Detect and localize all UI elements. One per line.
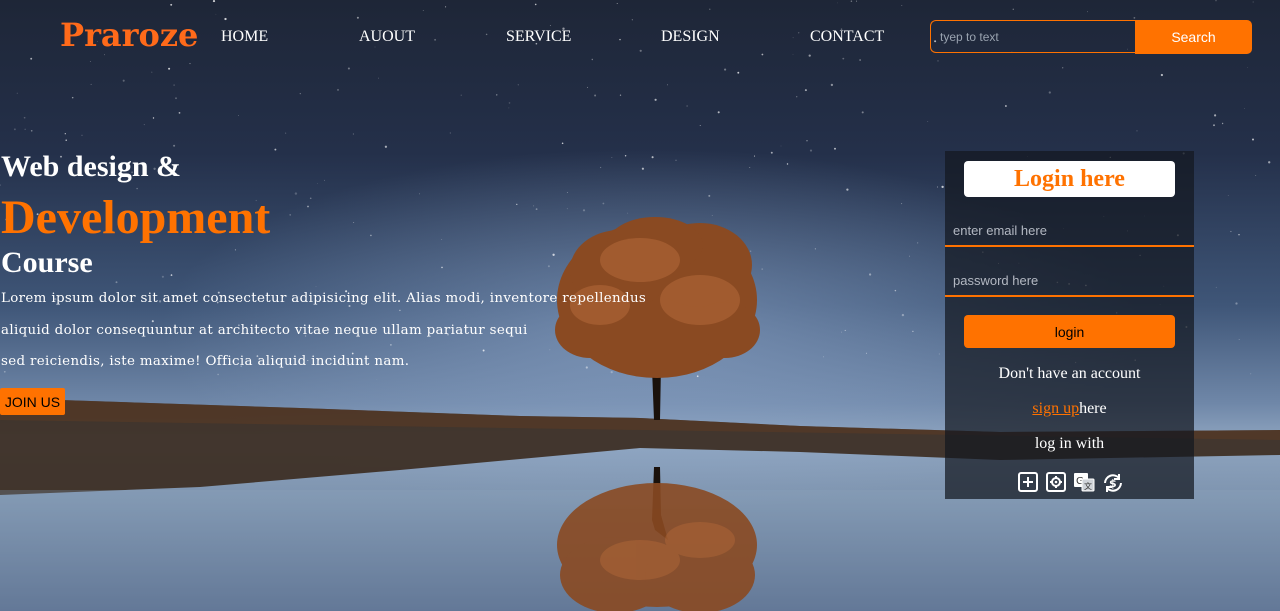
no-account-text: Don't have an account: [998, 365, 1141, 382]
login-title: Login here: [964, 161, 1175, 197]
hero-paragraph-line: aliquid dolor consequuntur at architecto…: [1, 322, 528, 338]
refresh-dollar-icon[interactable]: $: [1101, 471, 1123, 493]
svg-text:$: $: [1109, 477, 1117, 490]
social-icons: G文 $: [1017, 471, 1127, 495]
hero-heading-line3: Course: [1, 246, 93, 279]
translate-icon[interactable]: G文: [1073, 471, 1095, 493]
hero-paragraph-line: Lorem ipsum dolor sit amet consectetur a…: [1, 291, 647, 306]
svg-text:文: 文: [1084, 481, 1092, 491]
gear-square-icon[interactable]: [1045, 471, 1067, 493]
hero-paragraph-line: sed reiciendis, iste maxime! Officia ali…: [1, 354, 410, 369]
search-button[interactable]: Search: [1135, 20, 1252, 54]
join-us-button[interactable]: JOIN US: [0, 388, 65, 415]
signup-line: sign uphere: [945, 400, 1194, 418]
login-button[interactable]: login: [964, 315, 1175, 348]
nav-service[interactable]: SERVICE: [506, 28, 571, 46]
hero-heading-line1: Web design &: [1, 150, 182, 183]
email-field[interactable]: [945, 215, 1194, 247]
password-field[interactable]: [945, 265, 1194, 297]
nav-home[interactable]: HOME: [221, 28, 268, 46]
login-with-text: log in with: [1034, 435, 1105, 452]
nav-contact[interactable]: CONTACT: [810, 28, 884, 46]
nav-design[interactable]: DESIGN: [661, 28, 720, 46]
signup-link[interactable]: sign up: [1032, 400, 1079, 417]
login-card: Login here login Don't have an account s…: [945, 151, 1194, 499]
plus-square-icon[interactable]: [1017, 471, 1039, 493]
hero-heading-line2: Development: [1, 191, 271, 244]
search-input[interactable]: [930, 20, 1135, 53]
logo[interactable]: Praroze: [60, 16, 198, 54]
hero-paragraph: Lorem ipsum dolor sit amet consectetur a…: [1, 283, 701, 378]
nav-about[interactable]: AUOUT: [359, 28, 415, 46]
signup-suffix: here: [1079, 400, 1107, 417]
